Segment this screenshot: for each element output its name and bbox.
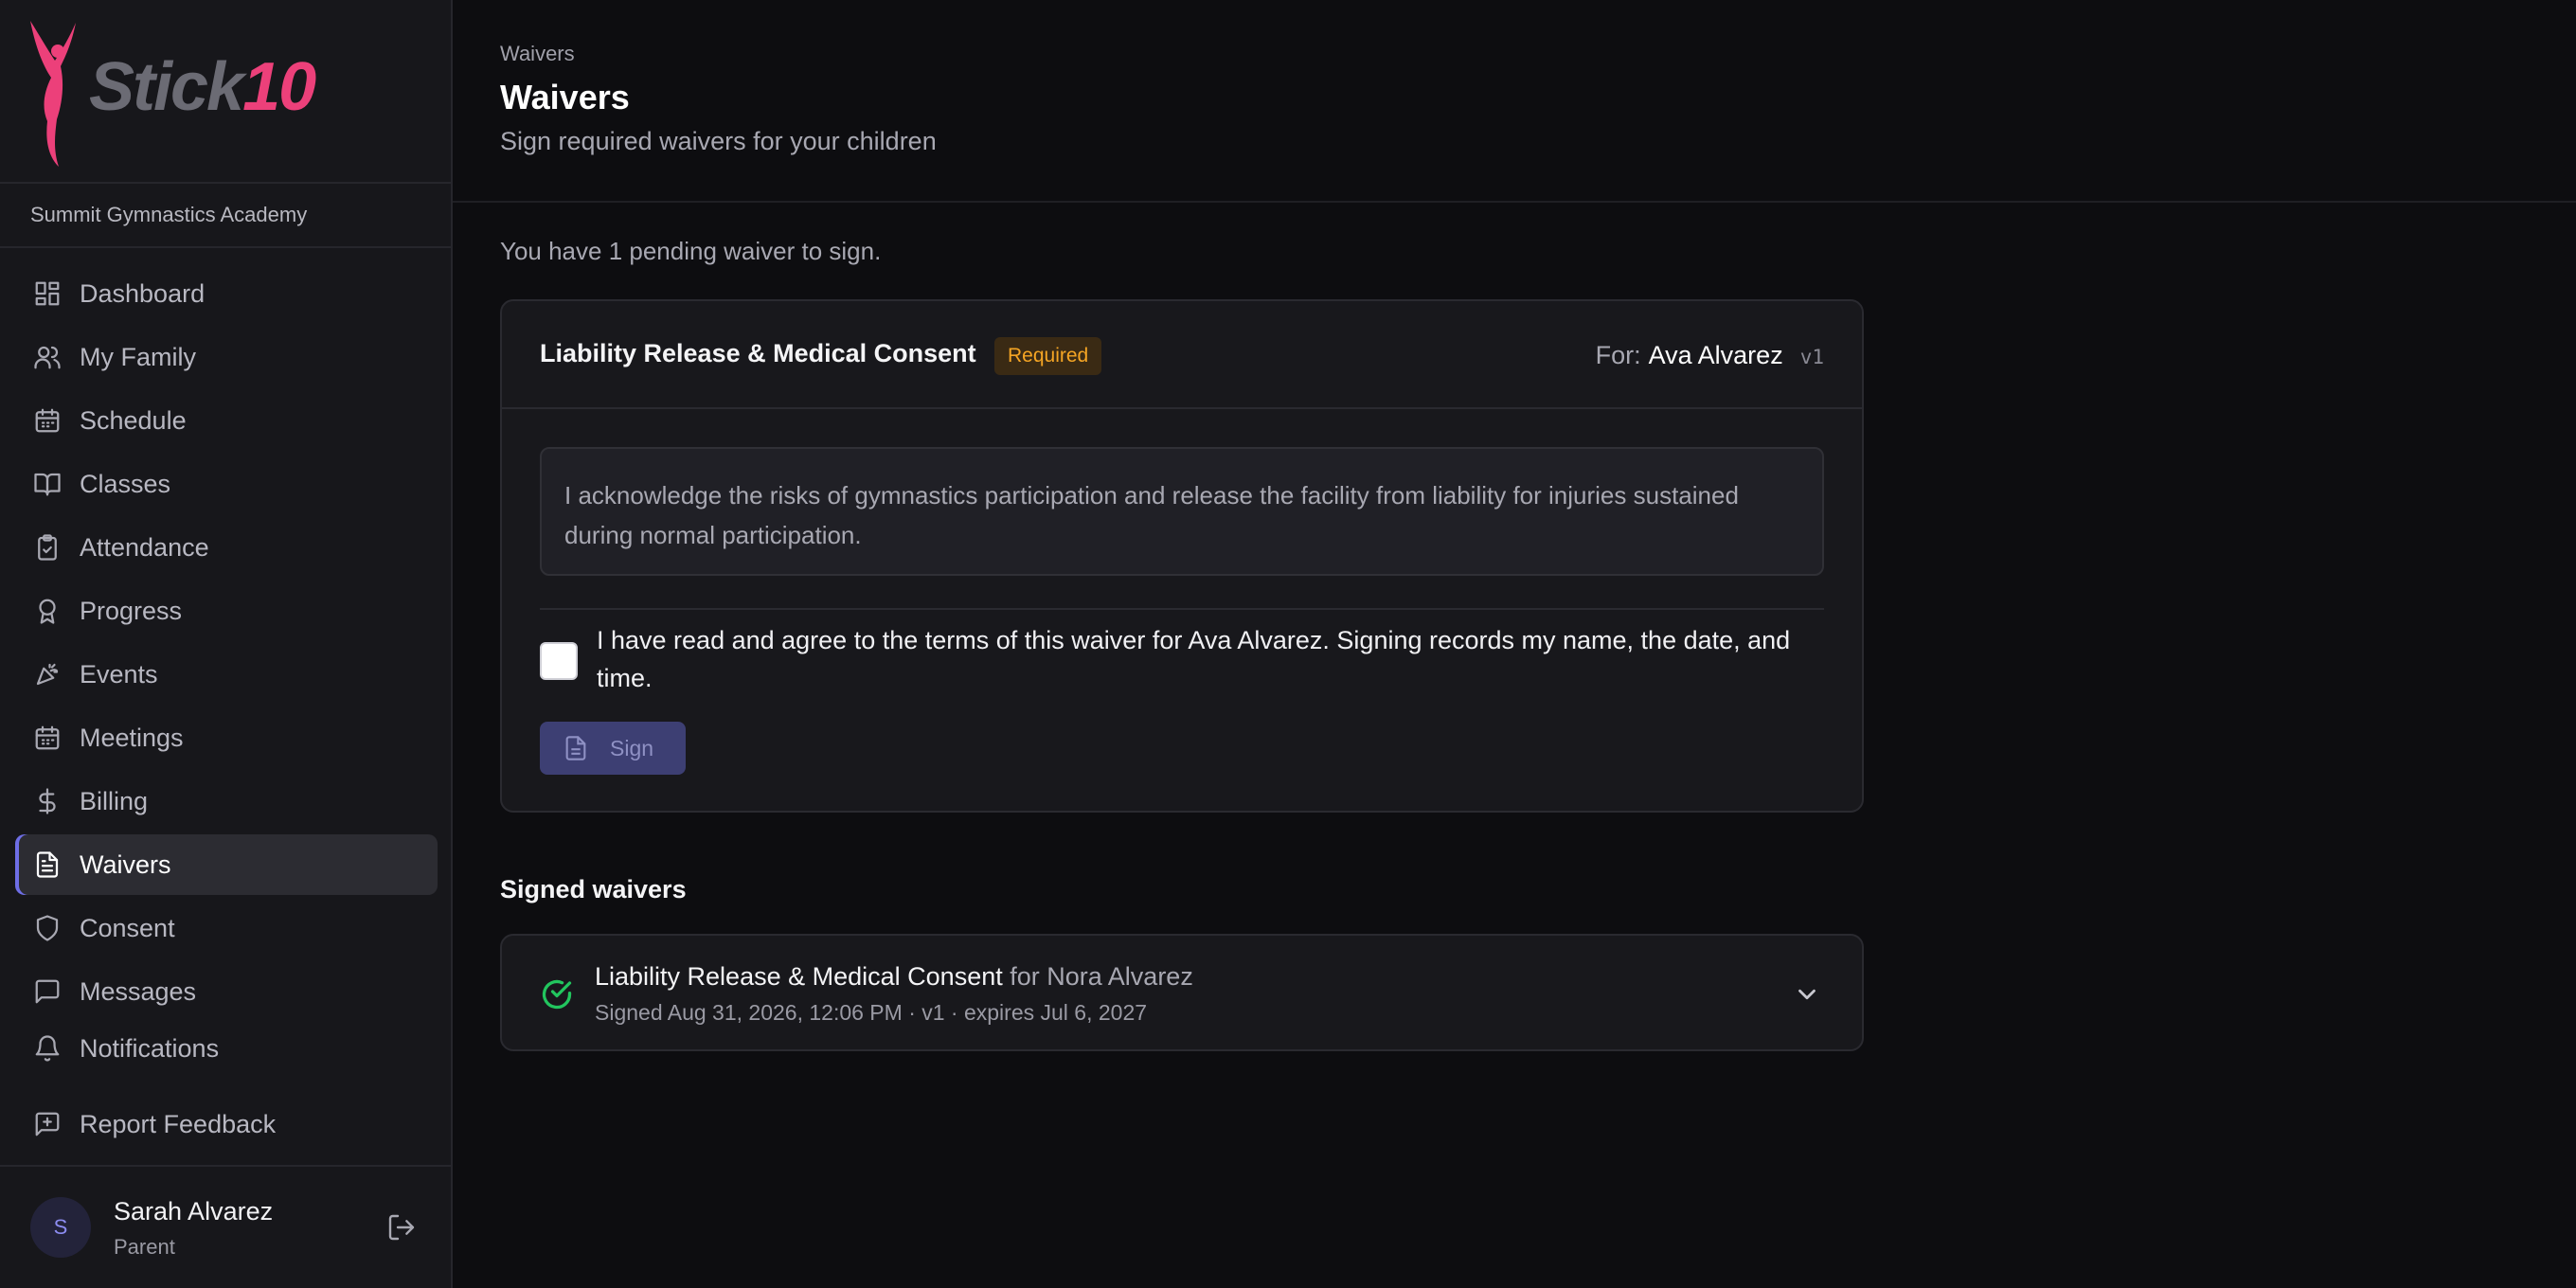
logout-button[interactable] <box>383 1208 420 1246</box>
nav-item-progress[interactable]: Progress <box>15 581 438 641</box>
chevron-down-icon <box>1798 989 1816 1000</box>
award-icon <box>32 596 63 626</box>
nav-label: Classes <box>80 469 171 498</box>
avatar[interactable]: S <box>30 1197 91 1258</box>
nav-label: Notifications <box>80 1033 220 1063</box>
nav-label: Waivers <box>80 850 171 879</box>
nav-item-dashboard[interactable]: Dashboard <box>15 263 438 324</box>
signed-waiver-item[interactable]: Liability Release & Medical Consent for … <box>500 934 1864 1051</box>
required-badge: Required <box>994 337 1102 375</box>
user-profile: S Sarah Alvarez Parent <box>0 1165 451 1288</box>
breadcrumb[interactable]: Waivers <box>500 42 575 66</box>
nav-item-notifications[interactable]: Notifications <box>15 1018 438 1079</box>
expand-button[interactable] <box>1790 977 1824 1011</box>
nav-item-report-feedback[interactable]: Report Feedback <box>15 1094 438 1154</box>
message-square-icon <box>32 976 63 1007</box>
user-name: Sarah Alvarez <box>114 1197 274 1225</box>
nav-item-billing[interactable]: Billing <box>15 771 438 832</box>
nav-item-waivers[interactable]: Waivers <box>15 834 438 895</box>
divider <box>540 608 1824 610</box>
calendar-icon <box>32 723 63 753</box>
nav-item-consent[interactable]: Consent <box>15 898 438 958</box>
pending-waiver-card: Liability Release & Medical Consent Requ… <box>500 299 1864 813</box>
nav-item-my-family[interactable]: My Family <box>15 327 438 387</box>
page-header: Waivers Waivers Sign required waivers fo… <box>453 0 2576 203</box>
child-name: Ava Alvarez <box>1648 341 1783 369</box>
pending-count-text: You have 1 pending waiver to sign. <box>500 237 882 265</box>
for-label: For: <box>1595 341 1641 369</box>
app-root: Stick10 Summit Gymnastics Academy Dashbo… <box>0 0 2576 1288</box>
nav-label: Schedule <box>80 405 187 435</box>
calendar-icon <box>32 405 63 436</box>
nav-label: My Family <box>80 342 196 371</box>
nav-item-schedule[interactable]: Schedule <box>15 390 438 451</box>
nav-item-messages[interactable]: Messages <box>15 961 438 1022</box>
user-role: Parent <box>114 1235 175 1259</box>
agree-label[interactable]: I have read and agree to the terms of th… <box>597 621 1818 697</box>
signed-waiver-meta: Signed Aug 31, 2026, 12:06 PM · v1 · exp… <box>595 1000 1148 1025</box>
nav-label: Progress <box>80 596 183 625</box>
nav-label: Consent <box>80 913 175 942</box>
sign-button-label: Sign <box>610 735 654 760</box>
dashboard-icon <box>32 278 63 309</box>
nav-label: Report Feedback <box>80 1109 277 1138</box>
sign-button[interactable]: Sign <box>540 722 686 775</box>
book-icon <box>32 469 63 499</box>
party-popper-icon <box>32 659 63 689</box>
agree-checkbox[interactable] <box>540 642 578 680</box>
clipboard-check-icon <box>32 532 63 563</box>
waiver-card-header: Liability Release & Medical Consent Requ… <box>502 301 1862 409</box>
bell-icon <box>32 1033 63 1064</box>
page-title: Waivers <box>500 78 630 116</box>
nav-label: Events <box>80 659 158 689</box>
waiver-terms: I acknowledge the risks of gymnastics pa… <box>540 447 1824 576</box>
file-text-icon <box>32 850 63 880</box>
version-label: v1 <box>1799 346 1824 368</box>
nav-label: Billing <box>80 786 149 815</box>
main-content: Waivers Waivers Sign required waivers fo… <box>453 0 2576 1288</box>
logo-wordmark: Stick10 <box>89 49 316 125</box>
dollar-icon <box>32 786 63 816</box>
waiver-title: Liability Release & Medical Consent <box>540 339 976 367</box>
nav-item-attendance[interactable]: Attendance <box>15 517 438 578</box>
users-icon <box>32 342 63 372</box>
logout-icon <box>388 1214 415 1241</box>
sidebar: Stick10 Summit Gymnastics Academy Dashbo… <box>0 0 453 1288</box>
nav-label: Attendance <box>80 532 209 562</box>
organization-name: Summit Gymnastics Academy <box>0 184 451 248</box>
logo[interactable]: Stick10 <box>0 0 451 184</box>
nav-label: Messages <box>80 976 197 1006</box>
nav-item-meetings[interactable]: Meetings <box>15 707 438 768</box>
signed-waiver-child: for Nora Alvarez <box>1010 962 1193 991</box>
shield-icon <box>32 913 63 943</box>
gymnast-logo-icon <box>30 21 76 167</box>
page-subtitle: Sign required waivers for your children <box>500 127 937 155</box>
waiver-recipient: For: Ava Alvarez v1 <box>1596 341 1824 370</box>
check-circle-icon <box>540 977 574 1011</box>
signed-waiver-title: Liability Release & Medical Consent <box>595 962 1003 991</box>
signed-waivers-heading: Signed waivers <box>500 875 687 903</box>
file-text-icon <box>565 736 586 760</box>
nav-label: Meetings <box>80 723 184 752</box>
signed-waiver-title-line: Liability Release & Medical Consent for … <box>595 962 1193 992</box>
nav-item-events[interactable]: Events <box>15 644 438 705</box>
nav-label: Dashboard <box>80 278 206 308</box>
nav-item-classes[interactable]: Classes <box>15 454 438 514</box>
message-plus-icon <box>32 1109 63 1139</box>
